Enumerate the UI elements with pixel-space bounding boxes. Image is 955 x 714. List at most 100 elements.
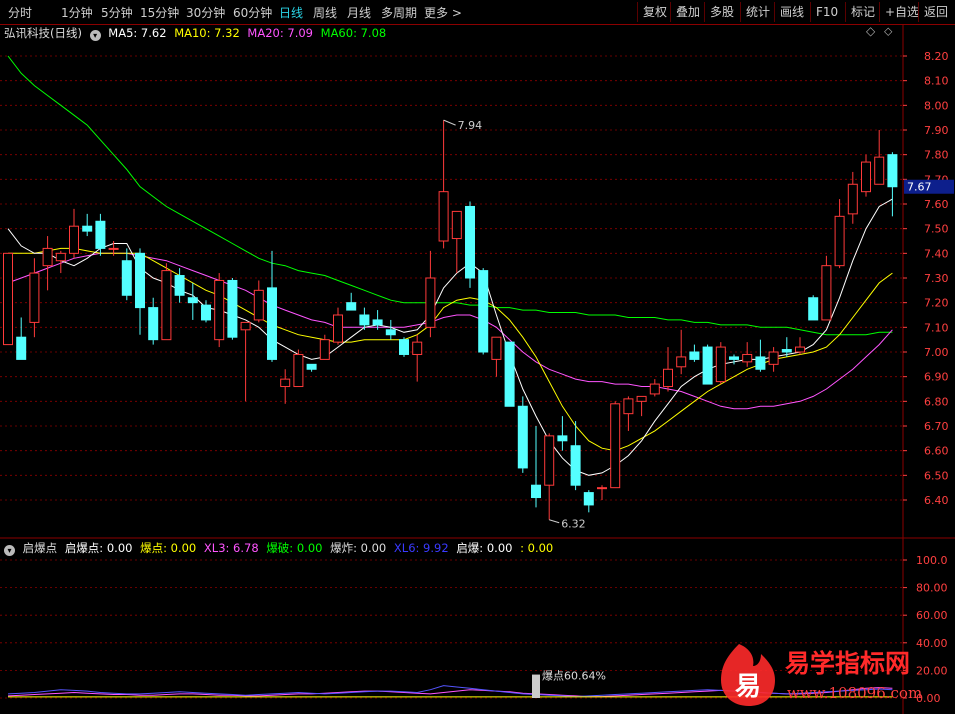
- fuquan-button[interactable]: 复权: [637, 2, 672, 22]
- candle-body-down[interactable]: [95, 220, 106, 249]
- candle-body-up[interactable]: [821, 265, 832, 321]
- draw-line-button[interactable]: 画线: [774, 2, 809, 22]
- candle-body-up[interactable]: [663, 368, 673, 388]
- candle-body-down[interactable]: [187, 297, 198, 304]
- candle-body-down[interactable]: [517, 405, 528, 469]
- tab-5min[interactable]: 5分钟: [101, 4, 133, 21]
- mark-button[interactable]: 标记: [845, 2, 880, 22]
- candle-body-down[interactable]: [227, 279, 238, 338]
- candle-body-down[interactable]: [689, 351, 700, 360]
- price-tick-label: 6.40: [924, 494, 949, 507]
- candle-body-up[interactable]: [795, 346, 805, 353]
- burst-label: 爆点60.64%: [542, 669, 606, 683]
- candle-body-up[interactable]: [29, 272, 40, 323]
- diamond-icon[interactable]: ◇: [866, 24, 875, 38]
- candle-body-down[interactable]: [570, 445, 581, 486]
- candle-body-up[interactable]: [161, 270, 172, 341]
- candle-body-up[interactable]: [597, 487, 607, 490]
- candle-body-up[interactable]: [610, 403, 621, 489]
- f10-button[interactable]: F10: [810, 2, 843, 22]
- candle-body-up[interactable]: [636, 395, 647, 402]
- candle-body-up[interactable]: [425, 277, 436, 328]
- candle-body-up[interactable]: [834, 215, 845, 267]
- candle-body-down[interactable]: [887, 154, 898, 188]
- tab-monthly[interactable]: 月线: [347, 4, 371, 21]
- candle-body-down[interactable]: [359, 314, 370, 326]
- candle-body-up[interactable]: [69, 225, 79, 254]
- candle-body-down[interactable]: [201, 304, 211, 321]
- candle-body-down[interactable]: [729, 356, 739, 360]
- candle-body-up[interactable]: [451, 210, 462, 240]
- overlay-button[interactable]: 叠加: [670, 2, 705, 22]
- price-tick-label: 6.50: [924, 469, 949, 482]
- candle-body-down[interactable]: [174, 275, 185, 296]
- candle-body-down[interactable]: [82, 225, 93, 232]
- candle-body-up[interactable]: [333, 314, 343, 343]
- candle-body-down[interactable]: [267, 287, 277, 360]
- multi-stock-button[interactable]: 多股: [704, 2, 739, 22]
- candle-body-down[interactable]: [557, 435, 568, 442]
- xl6-value: XL6: 9.92: [393, 541, 449, 555]
- candle-body-up[interactable]: [280, 378, 291, 388]
- candle-body-down[interactable]: [755, 356, 766, 370]
- candle-body-down[interactable]: [385, 329, 396, 336]
- tab-15min[interactable]: 15分钟: [140, 4, 179, 21]
- candle-body-down[interactable]: [808, 297, 819, 321]
- stats-button[interactable]: 统计: [740, 2, 775, 22]
- candle-body-up[interactable]: [544, 435, 555, 486]
- candle-body-up[interactable]: [861, 161, 871, 193]
- candle-body-down[interactable]: [531, 484, 541, 499]
- candle-body-down[interactable]: [478, 270, 489, 353]
- candle-body-up[interactable]: [55, 252, 66, 262]
- indicator-dropdown-icon[interactable]: ▾: [4, 545, 15, 556]
- candle-body-up[interactable]: [491, 336, 502, 360]
- tab-fenshi[interactable]: 分时: [8, 4, 32, 21]
- candle-body-down[interactable]: [135, 252, 145, 309]
- candle-body-up[interactable]: [742, 353, 753, 363]
- candle-body-up[interactable]: [42, 247, 53, 267]
- candle-body-down[interactable]: [148, 307, 159, 341]
- candle-body-down[interactable]: [121, 260, 132, 296]
- tab-more[interactable]: 更多 >: [424, 4, 462, 21]
- candle-body-down[interactable]: [583, 492, 594, 506]
- candle-body-down[interactable]: [465, 205, 475, 279]
- candle-body-up[interactable]: [293, 353, 304, 388]
- tab-30min[interactable]: 30分钟: [186, 4, 225, 21]
- dropdown-icon[interactable]: ▾: [89, 30, 101, 41]
- price-tick-label: 7.00: [924, 346, 949, 359]
- indicator-name[interactable]: 启爆点: [23, 541, 58, 555]
- candle-body-up[interactable]: [319, 339, 330, 360]
- candle-body-up[interactable]: [240, 321, 251, 331]
- candle-body-down[interactable]: [399, 339, 409, 355]
- candle-body-down[interactable]: [504, 341, 515, 407]
- candle-body-up[interactable]: [874, 156, 885, 185]
- candle-body-up[interactable]: [676, 356, 687, 368]
- candle-body-down[interactable]: [16, 336, 27, 360]
- updown-icon[interactable]: ⬦: [884, 24, 892, 39]
- candle-body-down[interactable]: [372, 319, 383, 326]
- candle-body-up[interactable]: [715, 346, 726, 383]
- candle-body-down[interactable]: [781, 349, 792, 353]
- tab-daily[interactable]: 日线: [279, 4, 303, 21]
- tab-weekly[interactable]: 周线: [313, 4, 337, 21]
- tab-1min[interactable]: 1分钟: [61, 4, 93, 21]
- tab-multi-period[interactable]: 多周期: [381, 4, 417, 21]
- candle-body-up[interactable]: [847, 183, 858, 215]
- candle-body-down[interactable]: [306, 363, 317, 370]
- candle-body-up[interactable]: [3, 252, 13, 346]
- candle-body-up[interactable]: [214, 279, 225, 341]
- candle-body-up[interactable]: [253, 289, 264, 321]
- candle-body-up[interactable]: [412, 341, 423, 355]
- burst-bar[interactable]: [532, 674, 540, 698]
- candle-body-up[interactable]: [623, 398, 634, 415]
- tab-60min[interactable]: 60分钟: [233, 4, 272, 21]
- candle-body-up[interactable]: [438, 191, 449, 242]
- candle-body-up[interactable]: [649, 383, 660, 395]
- stock-name[interactable]: 弘讯科技(日线): [4, 26, 82, 40]
- back-button[interactable]: 返回: [918, 2, 953, 22]
- candle-body-up[interactable]: [768, 351, 779, 365]
- candle-body-down[interactable]: [346, 302, 357, 311]
- candle-body-up[interactable]: [108, 247, 119, 250]
- candle-body-down[interactable]: [702, 346, 713, 385]
- kline-chart[interactable]: 8.208.108.007.907.807.707.607.507.407.30…: [0, 0, 955, 714]
